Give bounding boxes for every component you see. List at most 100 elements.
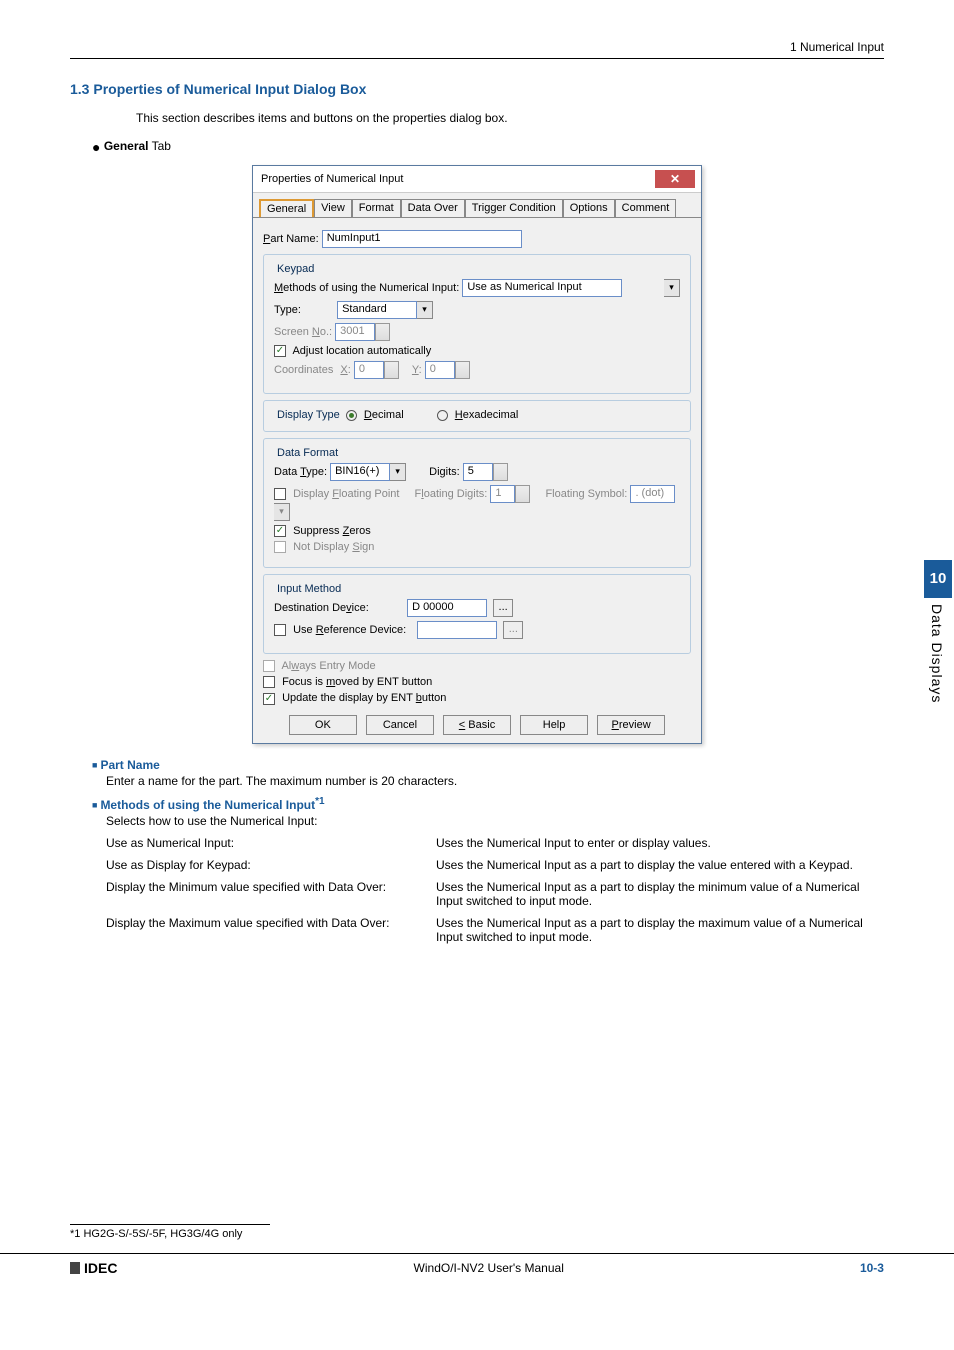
hex-radio[interactable] (437, 410, 448, 421)
screen-no-label: Screen No.: (274, 326, 332, 338)
basic-button[interactable]: < Basic (443, 715, 511, 735)
methods-desc: Selects how to use the Numerical Input: (106, 814, 884, 828)
input-method-group: Input Method Destination Device: D 00000… (263, 574, 691, 654)
row-label: Use as Display for Keypad: (106, 858, 436, 872)
tab-general[interactable]: General (259, 199, 314, 217)
browse-button[interactable]: ... (493, 599, 513, 617)
chevron-down-icon: ▾ (274, 503, 290, 521)
methods-heading: ■Methods of using the Numerical Input*1 (92, 796, 884, 812)
float-digits-label: Floating Digits: (415, 488, 488, 500)
float-checkbox[interactable] (274, 488, 286, 500)
chapter-number: 10 (924, 560, 952, 598)
row-value: Uses the Numerical Input to enter or dis… (436, 836, 884, 850)
spinner-icon (384, 361, 399, 379)
float-label: Display Floating Point (293, 488, 399, 500)
type-select[interactable]: Standard (337, 301, 417, 319)
ref-input (417, 621, 497, 639)
chapter-label: Data Displays (924, 604, 945, 703)
notsign-label: Not Display Sign (293, 541, 374, 553)
row-label: Display the Minimum value specified with… (106, 880, 436, 908)
tab-view[interactable]: View (314, 199, 352, 217)
part-name-heading: ■Part Name (92, 758, 884, 772)
chevron-down-icon[interactable]: ▾ (417, 301, 433, 319)
footer-title: WindO/I-NV2 User's Manual (414, 1261, 564, 1275)
part-name-label: Part Name: (263, 233, 319, 245)
digits-input[interactable]: 5 (463, 463, 493, 481)
method-label: Methods of using the Numerical Input: (274, 282, 459, 294)
useref-label: Use Reference Device: (293, 624, 406, 636)
tab-comment[interactable]: Comment (615, 199, 677, 217)
update-checkbox[interactable]: ✓ (263, 693, 275, 705)
method-select[interactable]: Use as Numerical Input (462, 279, 622, 297)
keypad-legend: Keypad (274, 263, 317, 275)
row-value: Uses the Numerical Input as a part to di… (436, 880, 884, 908)
tab-format[interactable]: Format (352, 199, 401, 217)
dest-input[interactable]: D 00000 (407, 599, 487, 617)
always-entry-checkbox (263, 660, 275, 672)
section-title: 1.3 Properties of Numerical Input Dialog… (70, 81, 884, 97)
chapter-header: 1 Numerical Input (70, 40, 884, 59)
logo: IDEC (70, 1260, 117, 1276)
row-label: Use as Numerical Input: (106, 836, 436, 850)
focus-label: Focus is moved by ENT button (282, 676, 432, 688)
footnote: *1 HG2G-S/-5S/-5F, HG3G/4G only (70, 1224, 270, 1240)
keypad-group: Keypad Methods of using the Numerical In… (263, 254, 691, 394)
row-value: Uses the Numerical Input as a part to di… (436, 916, 884, 944)
decimal-radio[interactable] (346, 410, 357, 421)
adjust-label: Adjust location automatically (292, 345, 431, 357)
always-entry-label: Always Entry Mode (281, 660, 375, 672)
side-tab: 10 Data Displays (924, 560, 954, 703)
datatype-label: Data Type: (274, 466, 327, 478)
footnote-ref: *1 (315, 796, 324, 807)
cancel-button[interactable]: Cancel (366, 715, 434, 735)
update-label: Update the display by ENT button (282, 692, 446, 704)
y-input: 0 (425, 361, 455, 379)
x-input: 0 (354, 361, 384, 379)
spinner-icon (515, 485, 530, 503)
dest-label: Destination Device: (274, 602, 404, 614)
data-format-legend: Data Format (274, 447, 341, 459)
section-intro: This section describes items and buttons… (136, 111, 884, 125)
useref-checkbox[interactable] (274, 624, 286, 636)
chevron-down-icon[interactable]: ▾ (664, 279, 680, 297)
notsign-checkbox (274, 541, 286, 553)
preview-button[interactable]: Preview (597, 715, 665, 735)
x-label: X: (340, 364, 350, 376)
suppress-checkbox[interactable]: ✓ (274, 525, 286, 537)
browse-button: ... (503, 621, 523, 639)
suppress-label: Suppress Zeros (293, 525, 371, 537)
adjust-checkbox[interactable]: ✓ (274, 345, 286, 357)
float-digits-input: 1 (490, 485, 515, 503)
part-name-input[interactable]: NumInput1 (322, 230, 522, 248)
display-type-group: Display Type Decimal Hexadecimal (263, 400, 691, 432)
type-label: Type: (274, 304, 334, 316)
spinner-icon[interactable] (493, 463, 508, 481)
float-symbol-select: . (dot) (630, 485, 675, 503)
help-button[interactable]: Help (520, 715, 588, 735)
focus-checkbox[interactable] (263, 676, 275, 688)
hex-label: Hexadecimal (455, 409, 519, 421)
chevron-down-icon[interactable]: ▾ (390, 463, 406, 481)
general-tab-suffix: Tab (149, 139, 171, 153)
page-number: 10-3 (860, 1261, 884, 1275)
row-value: Uses the Numerical Input as a part to di… (436, 858, 884, 872)
tab-data-over[interactable]: Data Over (401, 199, 465, 217)
dialog-title: Properties of Numerical Input (261, 173, 403, 185)
y-label: Y: (412, 364, 422, 376)
row-label: Display the Maximum value specified with… (106, 916, 436, 944)
display-type-legend: Display Type (274, 409, 343, 421)
coord-label: Coordinates (274, 364, 333, 376)
float-symbol-label: Floating Symbol: (545, 488, 627, 500)
general-tab-label: General (104, 139, 149, 153)
tab-trigger[interactable]: Trigger Condition (465, 199, 563, 217)
methods-table: Use as Numerical Input: Uses the Numeric… (106, 836, 884, 944)
close-icon[interactable]: ✕ (655, 170, 695, 188)
tab-options[interactable]: Options (563, 199, 615, 217)
input-method-legend: Input Method (274, 583, 344, 595)
datatype-select[interactable]: BIN16(+) (330, 463, 390, 481)
part-name-desc: Enter a name for the part. The maximum n… (106, 774, 884, 788)
general-tab-heading: ● General Tab (92, 139, 884, 155)
properties-dialog: Properties of Numerical Input ✕ General … (252, 165, 702, 744)
digits-label: Digits: (429, 466, 460, 478)
ok-button[interactable]: OK (289, 715, 357, 735)
